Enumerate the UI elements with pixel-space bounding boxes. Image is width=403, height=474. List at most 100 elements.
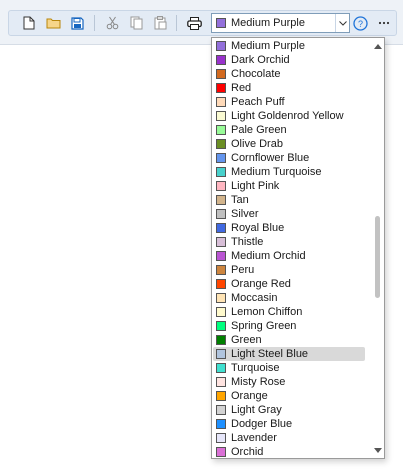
cut-button[interactable]	[102, 13, 122, 33]
color-dropdown-list: Medium Purple Dark Orchid Chocolate Red Peac…	[211, 37, 385, 459]
color-swatch	[216, 18, 226, 28]
paste-icon	[154, 16, 166, 30]
color-swatch	[216, 139, 226, 149]
color-option-label: Green	[231, 334, 262, 346]
color-option[interactable]: Light Steel Blue	[213, 347, 365, 361]
color-option[interactable]: Red	[213, 81, 365, 95]
color-option[interactable]: Spring Green	[213, 319, 365, 333]
color-select[interactable]: Medium Purple	[211, 13, 350, 33]
scroll-down-arrow-icon[interactable]	[374, 446, 382, 454]
color-option[interactable]: Peru	[213, 263, 365, 277]
color-option[interactable]: Moccasin	[213, 291, 365, 305]
color-option-label: Medium Orchid	[231, 250, 306, 262]
color-option[interactable]: Green	[213, 333, 365, 347]
color-option[interactable]: Royal Blue	[213, 221, 365, 235]
color-option-label: Royal Blue	[231, 222, 285, 234]
color-swatch	[216, 363, 226, 373]
color-swatch	[216, 181, 226, 191]
color-option-label: Orange	[231, 390, 268, 402]
color-swatch	[216, 195, 226, 205]
scrollbar[interactable]	[371, 38, 384, 458]
color-swatch	[216, 153, 226, 163]
color-option-label: Cornflower Blue	[231, 152, 310, 164]
color-option[interactable]: Orange Red	[213, 277, 365, 291]
color-swatch	[216, 349, 226, 359]
color-swatch	[216, 419, 226, 429]
color-swatch	[216, 237, 226, 247]
color-option-label: Peach Puff	[231, 96, 285, 108]
color-option-label: Spring Green	[231, 320, 297, 332]
color-swatch	[216, 223, 226, 233]
color-option-label: Lavender	[231, 432, 277, 444]
color-option-label: Peru	[231, 264, 255, 276]
color-option-label: Dark Orchid	[231, 54, 290, 66]
color-option-label: Olive Drab	[231, 138, 283, 150]
color-option-label: Thistle	[231, 236, 264, 248]
folder-icon	[46, 18, 60, 29]
color-swatch	[216, 321, 226, 331]
paste-button[interactable]	[150, 13, 170, 33]
toolbar: Medium Purple ?	[8, 10, 397, 36]
color-option[interactable]: Lemon Chiffon	[213, 305, 365, 319]
print-button[interactable]	[184, 13, 204, 33]
color-option[interactable]: Dark Orchid	[213, 53, 365, 67]
color-option[interactable]: Chocolate	[213, 67, 365, 81]
color-swatch	[216, 69, 226, 79]
scrollbar-thumb[interactable]	[375, 216, 380, 298]
toolbar-separator	[176, 15, 177, 31]
color-option-label: Dodger Blue	[231, 418, 293, 430]
color-swatch	[216, 307, 226, 317]
color-swatch	[216, 83, 226, 93]
color-option[interactable]: Peach Puff	[213, 95, 365, 109]
color-option-label: Tan	[231, 194, 249, 206]
color-option[interactable]: Medium Purple	[213, 39, 365, 53]
color-swatch	[216, 405, 226, 415]
help-button[interactable]: ?	[350, 13, 370, 33]
color-option[interactable]: Lavender	[213, 431, 365, 445]
save-button[interactable]	[67, 13, 87, 33]
color-option-label: Orange Red	[231, 278, 291, 290]
color-option[interactable]: Orange	[213, 389, 365, 403]
color-option[interactable]: Light Pink	[213, 179, 365, 193]
color-swatch	[216, 447, 226, 457]
color-option-label: Lemon Chiffon	[231, 306, 303, 318]
color-option[interactable]: Dodger Blue	[213, 417, 365, 431]
color-swatch	[216, 167, 226, 177]
color-option[interactable]: Misty Rose	[213, 375, 365, 389]
color-swatch	[216, 125, 226, 135]
color-option[interactable]: Pale Green	[213, 123, 365, 137]
copy-button[interactable]	[126, 13, 146, 33]
color-option[interactable]: Olive Drab	[213, 137, 365, 151]
color-option-label: Light Pink	[231, 180, 280, 192]
ellipsis-icon	[378, 21, 390, 25]
color-option[interactable]: Light Goldenrod Yellow	[213, 109, 365, 123]
scroll-up-arrow-icon[interactable]	[374, 42, 382, 50]
open-folder-button[interactable]	[43, 13, 63, 33]
color-swatch	[216, 293, 226, 303]
color-option-label: Chocolate	[231, 68, 281, 80]
color-option[interactable]: Light Gray	[213, 403, 365, 417]
color-option[interactable]: Orchid	[213, 445, 365, 458]
color-option[interactable]: Medium Turquoise	[213, 165, 365, 179]
color-swatch	[216, 433, 226, 443]
color-swatch	[216, 111, 226, 121]
color-option[interactable]: Cornflower Blue	[213, 151, 365, 165]
color-option[interactable]: Thistle	[213, 235, 365, 249]
color-option[interactable]: Silver	[213, 207, 365, 221]
color-option[interactable]: Medium Orchid	[213, 249, 365, 263]
printer-icon	[186, 16, 202, 30]
color-swatch	[216, 41, 226, 51]
color-option[interactable]: Turquoise	[213, 361, 365, 375]
color-option-label: Light Goldenrod Yellow	[231, 110, 344, 122]
chevron-down-icon[interactable]	[335, 14, 349, 32]
color-swatch	[216, 265, 226, 275]
color-swatch	[216, 97, 226, 107]
color-option-label: Pale Green	[231, 124, 287, 136]
copy-icon	[130, 16, 142, 30]
color-swatch	[216, 279, 226, 289]
color-option[interactable]: Tan	[213, 193, 365, 207]
color-swatch	[216, 55, 226, 65]
more-button[interactable]	[374, 13, 394, 33]
new-document-button[interactable]	[19, 13, 39, 33]
color-swatch	[216, 335, 226, 345]
